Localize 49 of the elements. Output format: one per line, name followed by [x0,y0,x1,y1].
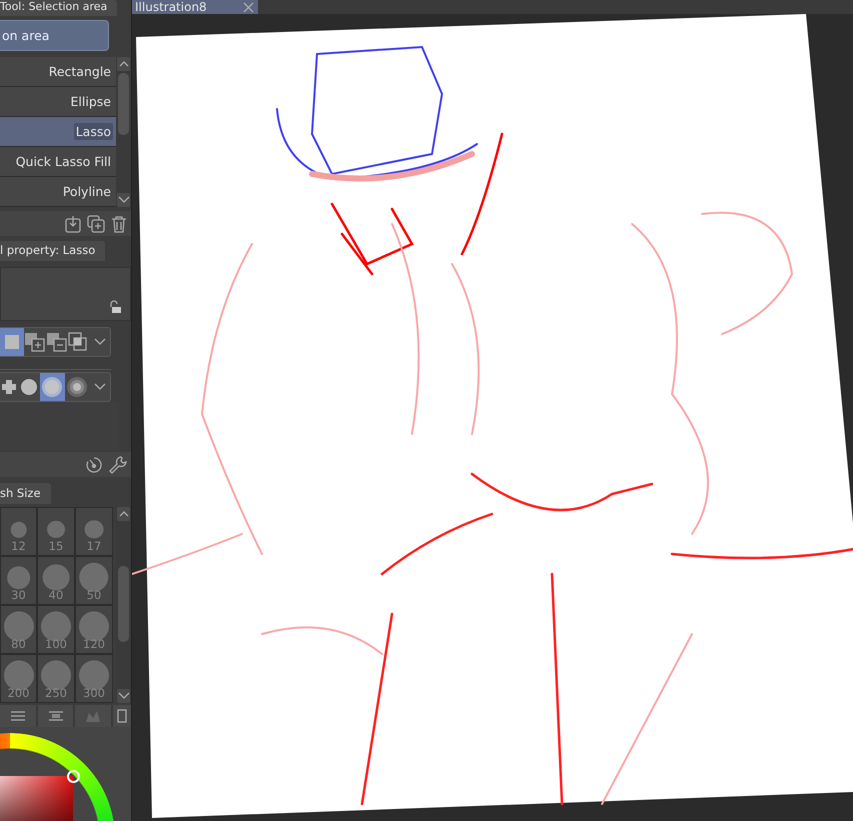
brush-size-preset[interactable]: 250 [37,654,75,703]
square-icon [2,333,21,351]
scrollbar[interactable] [116,57,131,207]
brush-size-preset[interactable]: 15 [37,507,75,556]
brush-size-preset[interactable]: 300 [75,654,113,703]
subtract-selection-icon [46,332,68,352]
selection-mode-control[interactable] [0,327,111,357]
tool-group-button[interactable]: on area [0,20,109,51]
brush-size-preset[interactable]: 17 [75,507,113,556]
brush-size-preset[interactable]: 100 [37,605,75,654]
brush-size-preset[interactable]: 30 [0,556,37,605]
chevron-down-icon [118,196,130,204]
wrench-icon[interactable] [109,456,127,474]
timer-icon[interactable] [85,456,103,474]
chevron-down-icon [94,383,106,391]
duplicate-icon[interactable] [87,214,105,232]
sliders-icon [48,709,64,723]
chevron-down-icon [118,692,130,700]
chevron-down-icon [94,338,106,346]
blurred-circle-icon [66,376,88,398]
panel-tab[interactable]: Tool: Selection area [0,0,118,16]
panel-icon-tab[interactable] [38,705,74,727]
brush-size-preset[interactable]: 50 [75,556,113,605]
brush-size-preset[interactable]: 12 [0,507,37,556]
circle-icon [20,378,38,396]
brush-size-preset[interactable]: 120 [75,605,113,654]
chevron-up-icon [118,511,128,517]
panel-tab[interactable]: l property: Lasso [0,241,106,261]
trash-icon[interactable] [111,214,127,232]
document-tab[interactable]: Illustration8 [132,0,258,14]
download-icon[interactable] [65,214,81,232]
panel-icon-tab[interactable] [0,705,36,727]
close-icon[interactable] [243,2,254,12]
tool-list-item[interactable]: Polyline [0,177,116,207]
scrollbar[interactable] [116,507,131,703]
chevron-up-icon [118,61,128,67]
tool-list-item[interactable]: Rectangle [0,57,116,87]
brush-size-preset[interactable]: 40 [37,556,75,605]
lock-open-icon [108,300,122,314]
anti-aliasing-control[interactable] [0,372,111,402]
tool-list-item[interactable]: Ellipse [0,87,116,117]
tool-list-item[interactable]: Lasso [0,117,116,147]
add-selection-icon [24,332,46,352]
brush-size-preset[interactable]: 200 [0,654,37,703]
brush-size-preset[interactable]: 80 [0,605,37,654]
panel-icon-tab[interactable] [113,705,131,727]
soft-circle-icon [41,376,64,398]
tool-list-item[interactable]: Quick Lasso Fill [0,147,116,177]
panel-tab[interactable]: sh Size [0,483,51,504]
